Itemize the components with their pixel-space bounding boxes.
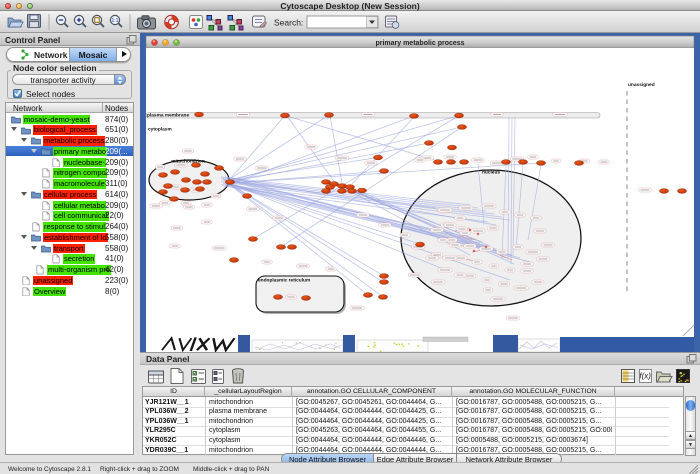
- svg-text:mitochondrion: mitochondrion: [171, 159, 205, 165]
- svg-text:endoplasmic reticulum: endoplasmic reticulum: [258, 278, 310, 284]
- svg-text:cytoplasm: cytoplasm: [148, 127, 172, 133]
- svg-text:primary metabolic process: primary metabolic process: [375, 40, 464, 47]
- svg-text:nucleus: nucleus: [482, 170, 500, 176]
- svg-text:f(x): f(x): [639, 372, 651, 381]
- svg-text:Search:: Search:: [274, 18, 303, 28]
- svg-text:unassigned: unassigned: [628, 82, 655, 88]
- svg-text:plasma membrane: plasma membrane: [147, 113, 189, 119]
- svg-text:1:1: 1:1: [112, 18, 119, 24]
